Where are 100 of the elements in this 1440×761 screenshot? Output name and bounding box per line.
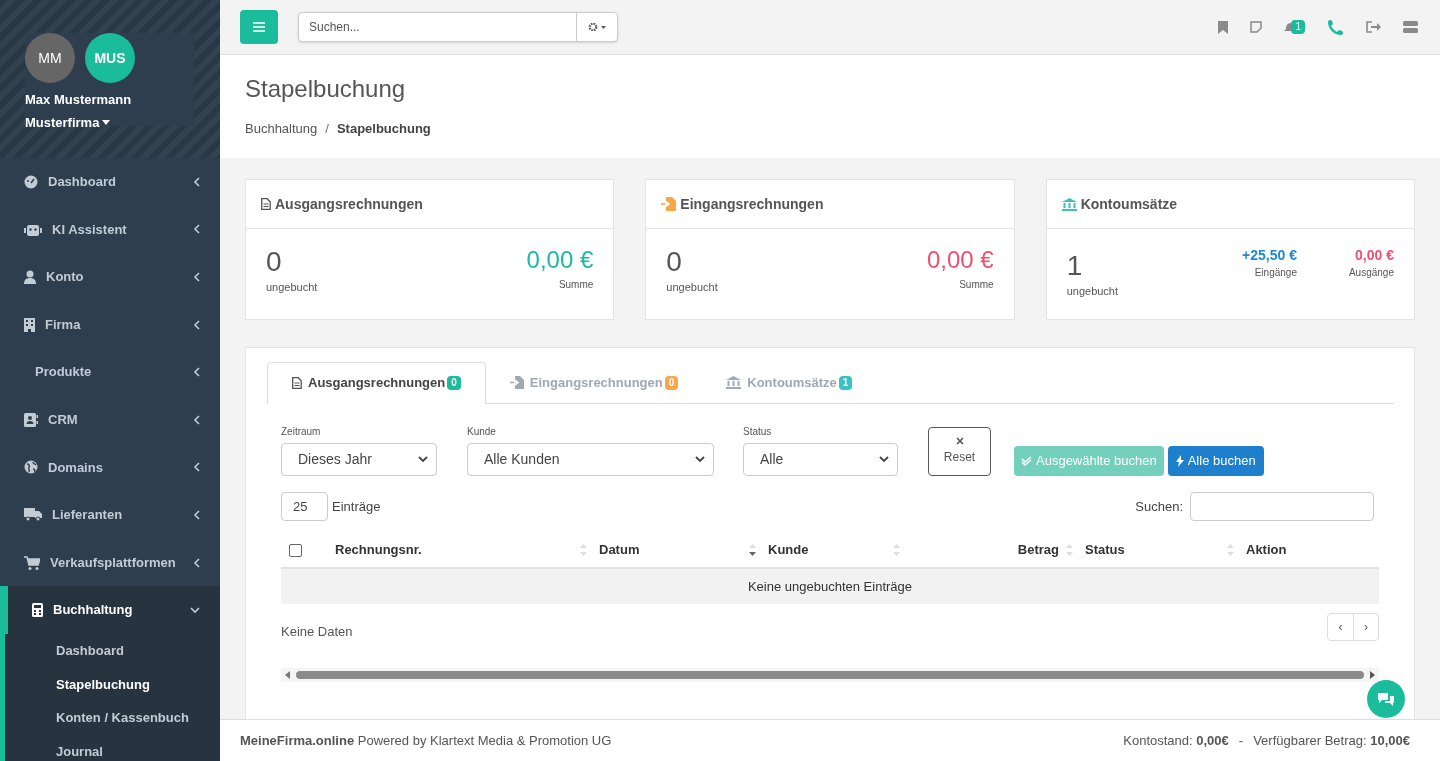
filter-label: Kunde	[467, 425, 497, 439]
close-icon	[955, 437, 964, 445]
chevron-down-icon	[190, 606, 200, 614]
sidebar-item[interactable]: Konto	[0, 253, 220, 301]
column-header[interactable]: Kunde	[768, 533, 912, 567]
sidebar-item[interactable]: Dashboard	[0, 158, 220, 206]
search-field[interactable]: Suchen...	[298, 12, 618, 42]
chevron-left-icon	[193, 176, 200, 187]
balance-text: Kontostand: 0,00€	[1123, 731, 1229, 750]
chevron-down-icon	[418, 456, 428, 463]
book-all-button[interactable]: Alle buchen	[1167, 446, 1264, 476]
gear-icon	[588, 23, 606, 31]
menu-button[interactable]	[240, 10, 278, 44]
user-avatar[interactable]: MM	[25, 33, 75, 83]
chevron-down-icon	[695, 456, 705, 463]
filter-label: Status	[743, 425, 773, 439]
sidebar-item[interactable]: Buchhaltung	[0, 586, 220, 634]
sort-icon	[580, 544, 587, 556]
count-value: 0	[666, 245, 683, 279]
amount-value: 0,00 €	[526, 245, 594, 275]
scroll-left-icon[interactable]	[285, 670, 290, 679]
horizontal-scrollbar[interactable]	[281, 667, 1379, 682]
chevron-left-icon	[193, 462, 200, 473]
chevron-left-icon	[193, 509, 200, 520]
column-header[interactable]: Betrag	[912, 533, 1085, 567]
scroll-right-icon[interactable]	[1370, 670, 1375, 679]
sort-icon	[1227, 544, 1234, 556]
column-header[interactable]: Aktion	[1246, 533, 1379, 567]
pagination-button[interactable]: ›	[1353, 613, 1378, 640]
bank-icon	[1061, 197, 1077, 211]
count-value: 1	[1066, 249, 1084, 283]
sort-icon	[1066, 544, 1073, 556]
amount-value: +25,50 €	[1242, 246, 1297, 265]
card-title: Eingangsrechnungen	[680, 194, 824, 214]
count-label: ungebucht	[1066, 284, 1119, 299]
caret-icon	[102, 119, 111, 125]
sort-icon	[749, 544, 756, 556]
notification-badge: 1	[1291, 20, 1305, 34]
cart-icon	[24, 555, 40, 570]
chevron-left-icon	[193, 557, 200, 568]
pagination-button[interactable]: ‹	[1328, 613, 1353, 640]
document-icon	[292, 377, 302, 389]
bank-icon	[726, 376, 742, 389]
chevron-left-icon	[193, 319, 200, 330]
submenu-item[interactable]: Konten / Kassenbuch	[5, 701, 220, 735]
column-header[interactable]: Status	[1085, 533, 1246, 567]
card-title: Kontoumsätze	[1080, 194, 1178, 214]
count-value: 0	[266, 245, 283, 279]
page-size-field[interactable]: 25	[281, 492, 328, 521]
footer-credit: MeineFirma.online Powered by Klartext Media & Promotion UG	[240, 731, 612, 750]
table-search-field[interactable]	[1190, 492, 1374, 521]
amount-label: Eingänge	[1254, 266, 1297, 280]
chevron-left-icon	[193, 414, 200, 425]
sidebar-item[interactable]: KI Assistent	[0, 205, 220, 254]
filter-label: Zeitraum	[281, 425, 322, 439]
count-label: ungebucht	[266, 280, 318, 295]
filter-select[interactable]: Alle	[743, 443, 898, 476]
user-name: Max Mustermann	[25, 91, 133, 109]
reset-button[interactable]: Reset	[928, 427, 991, 476]
column-header[interactable]: Datum	[599, 533, 768, 567]
sidebar-item[interactable]: CRM	[0, 395, 220, 444]
submenu-item[interactable]: Stapelbuchung	[5, 667, 220, 702]
table-info: Keine Daten	[281, 623, 353, 641]
chat-icon	[1377, 691, 1395, 707]
sidebar-item[interactable]: Produkte	[0, 348, 220, 396]
bookmark-icon	[1218, 20, 1229, 34]
empty-table-message: Keine ungebuchten Einträge	[281, 569, 1379, 604]
logout-icon	[1366, 21, 1381, 33]
user-icon	[24, 270, 36, 284]
count-badge: 0	[447, 376, 461, 390]
sidebar-item[interactable]: Firma	[0, 300, 220, 349]
building-icon	[24, 317, 35, 332]
card-title: Ausgangsrechnungen	[275, 194, 423, 214]
amount-value: 0,00 €	[926, 245, 994, 275]
file-import-icon	[509, 376, 524, 389]
tab[interactable]: Ausgangsrechnungen 0	[267, 362, 486, 404]
column-header[interactable]: Rechnungsnr.	[335, 533, 599, 567]
double-check-icon	[1021, 456, 1032, 466]
submenu-item[interactable]: Dashboard	[5, 633, 220, 668]
search-label: Suchen:	[1135, 497, 1183, 516]
globe-icon	[24, 460, 38, 475]
file-import-icon	[661, 197, 677, 211]
chevron-down-icon	[879, 456, 889, 463]
filter-select[interactable]: Alle Kunden	[467, 443, 714, 476]
company-switcher[interactable]: Musterfirma	[25, 112, 111, 132]
count-label: ungebucht	[666, 280, 718, 295]
breadcrumb-link[interactable]: Buchhaltung	[245, 119, 318, 139]
amount-label: Summe	[959, 278, 994, 292]
submenu-item[interactable]: Journal	[5, 734, 220, 761]
bolt-icon	[1175, 455, 1184, 467]
amount-label: Summe	[558, 278, 594, 292]
sidebar-item[interactable]: Lieferanten	[0, 491, 220, 539]
filter-select[interactable]: Dieses Jahr	[281, 443, 437, 476]
bell-icon	[1284, 21, 1292, 33]
sidebar-item[interactable]: Domains	[0, 443, 220, 492]
select-all-checkbox[interactable]	[289, 543, 302, 557]
breadcrumb-separator: /	[325, 120, 329, 138]
footer-separator: -	[1238, 731, 1244, 750]
sort-icon	[893, 544, 900, 556]
sidebar-item[interactable]: Verkaufsplattformen	[0, 538, 220, 587]
